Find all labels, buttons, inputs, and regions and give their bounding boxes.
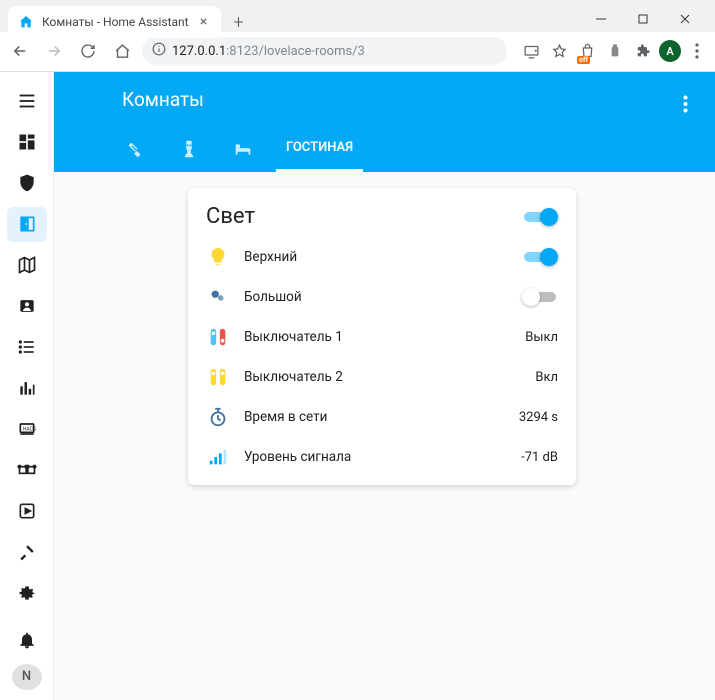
room-tab-hall[interactable]	[168, 126, 210, 172]
sidebar-logbook-icon[interactable]	[7, 330, 47, 365]
browser-tab-title: Комнаты - Home Assistant	[42, 15, 189, 29]
entity-label: Большой	[244, 289, 508, 305]
sidebar-person-icon[interactable]	[7, 289, 47, 324]
sidebar-devtools-icon[interactable]	[7, 535, 47, 570]
timer-icon	[206, 405, 230, 429]
switch-icon	[206, 365, 230, 389]
entity-label: Время в сети	[244, 409, 505, 425]
lightbulb-icon	[206, 245, 230, 269]
entity-row-signal[interactable]: Уровень сигнала -71 dB	[206, 437, 558, 477]
sidebar-history-icon[interactable]	[7, 371, 47, 406]
card-master-toggle[interactable]	[522, 207, 558, 227]
sidebar-menu-toggle[interactable]	[7, 84, 47, 119]
window-minimize-button[interactable]	[587, 8, 615, 30]
sidebar-settings-icon[interactable]	[7, 576, 47, 611]
extension-badge: off	[577, 56, 590, 64]
site-info-icon[interactable]	[152, 42, 166, 60]
sidebar-user-avatar[interactable]: N	[12, 664, 42, 690]
header-more-button[interactable]	[667, 86, 703, 122]
page-title: Комнаты	[122, 88, 204, 111]
sidebar-node-icon[interactable]	[7, 453, 47, 488]
entity-value: -71 dB	[521, 450, 558, 465]
entity-row-switch-2[interactable]: Выключатель 2 Вкл	[206, 357, 558, 397]
window-maximize-button[interactable]	[629, 8, 657, 30]
nav-forward-button[interactable]	[40, 37, 68, 65]
sidebar-map-icon[interactable]	[7, 248, 47, 283]
sidebar-media-icon[interactable]	[7, 494, 47, 529]
card-title: Свет	[206, 204, 255, 229]
pwa-install-icon[interactable]	[519, 39, 543, 63]
url-text: 127.0.0.1:8123/lovelace-rooms/3	[172, 44, 365, 59]
entity-label: Верхний	[244, 249, 508, 265]
light-top-toggle[interactable]	[522, 247, 558, 267]
entity-label: Выключатель 2	[244, 369, 521, 385]
app-header: Комнаты ГОСТИНАЯ	[54, 72, 715, 172]
browser-menu-button[interactable]	[685, 39, 709, 63]
sidebar-overview-icon[interactable]	[7, 125, 47, 160]
signal-icon	[206, 445, 230, 469]
entity-label: Выключатель 1	[244, 329, 511, 345]
extensions-puzzle-icon[interactable]	[631, 39, 655, 63]
entity-label: Уровень сигнала	[244, 449, 507, 465]
room-tab-living-room[interactable]: ГОСТИНАЯ	[276, 126, 363, 172]
entities-card: Свет Верхний	[188, 188, 576, 485]
sidebar-notifications-icon[interactable]	[7, 623, 47, 658]
home-assistant-favicon	[18, 14, 34, 30]
room-tab-bedroom[interactable]	[222, 126, 264, 172]
browser-profile-avatar[interactable]: A	[659, 40, 681, 62]
sidebar-security-icon[interactable]	[7, 166, 47, 201]
switch-icon	[206, 325, 230, 349]
extension-shopping-icon[interactable]: off	[575, 39, 599, 63]
extension-generic-icon[interactable]	[603, 39, 627, 63]
room-tab-kitchen[interactable]	[114, 126, 156, 172]
nav-back-button[interactable]	[6, 37, 34, 65]
entity-row-uptime[interactable]: Время в сети 3294 s	[206, 397, 558, 437]
entity-row-light-big[interactable]: Большой	[206, 277, 558, 317]
light-big-toggle[interactable]	[522, 287, 558, 307]
close-tab-icon[interactable]: ×	[197, 15, 211, 29]
entity-row-light-top[interactable]: Верхний	[206, 237, 558, 277]
window-close-button[interactable]	[671, 8, 699, 30]
address-bar[interactable]: 127.0.0.1:8123/lovelace-rooms/3	[142, 37, 507, 65]
entity-value: Выкл	[525, 330, 558, 345]
app-sidebar: HACS N	[0, 72, 54, 700]
entity-value: Вкл	[535, 370, 558, 385]
entity-value: 3294 s	[519, 410, 558, 425]
sidebar-rooms-icon[interactable]	[7, 207, 47, 242]
entity-row-switch-1[interactable]: Выключатель 1 Выкл	[206, 317, 558, 357]
lightgroup-icon	[206, 285, 230, 309]
sidebar-hacs-icon[interactable]: HACS	[7, 412, 47, 447]
svg-text:HACS: HACS	[22, 427, 35, 433]
bookmark-star-icon[interactable]	[547, 39, 571, 63]
new-tab-button[interactable]: +	[225, 8, 253, 36]
browser-tab[interactable]: Комнаты - Home Assistant ×	[8, 6, 221, 38]
nav-home-button[interactable]	[108, 37, 136, 65]
nav-reload-button[interactable]	[74, 37, 102, 65]
